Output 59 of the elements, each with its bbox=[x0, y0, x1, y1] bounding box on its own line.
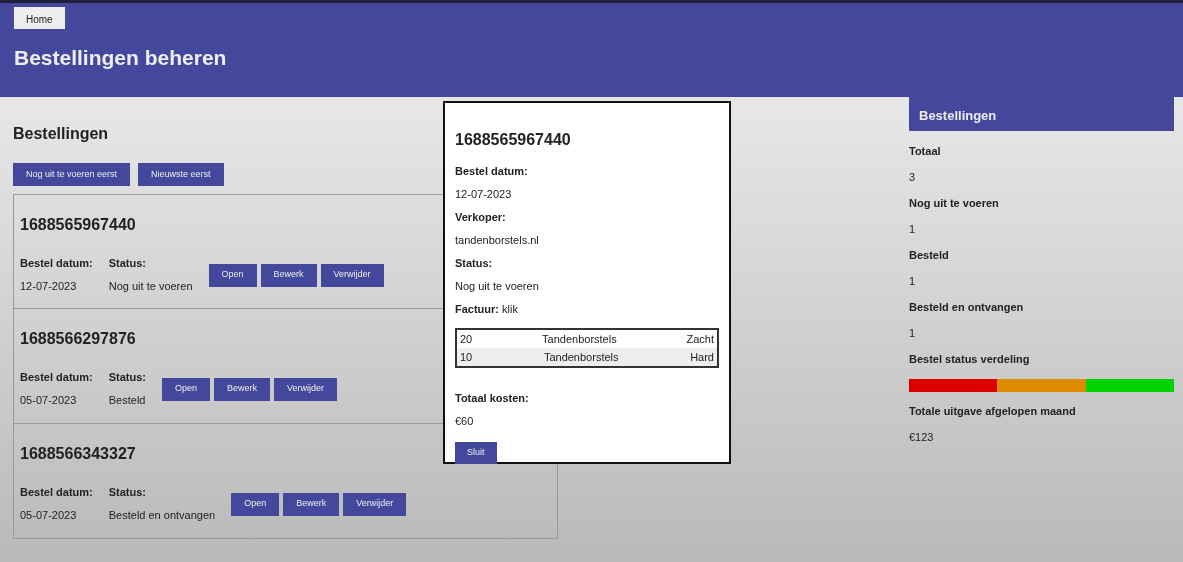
order-number: 1688565967440 bbox=[20, 215, 136, 236]
stat-value: 1 bbox=[909, 327, 917, 340]
stat-label: Nog uit te voeren bbox=[909, 197, 1000, 210]
stat-label: Besteld bbox=[909, 249, 950, 262]
order-number: 1688566297876 bbox=[20, 329, 136, 350]
open-button[interactable]: Open bbox=[162, 377, 211, 401]
item-quantity: 10 bbox=[460, 350, 473, 365]
item-type: Hard bbox=[690, 350, 714, 365]
delete-button[interactable]: Verwijder bbox=[320, 263, 384, 287]
order-number: 1688565967440 bbox=[455, 130, 571, 150]
field-value: tandenborstels.nl bbox=[455, 234, 540, 247]
stat-value: 3 bbox=[909, 171, 917, 184]
status-label: Status: bbox=[108, 486, 148, 500]
open-button[interactable]: Open bbox=[231, 492, 280, 516]
item-product: Tandenborstels bbox=[542, 332, 617, 347]
field-value: 12-07-2023 bbox=[455, 188, 513, 201]
order-number: 1688566343327 bbox=[20, 444, 136, 465]
home-button[interactable]: Home bbox=[14, 7, 65, 29]
order-date: 12-07-2023 bbox=[20, 280, 78, 294]
invoice-link[interactable]: klik bbox=[502, 303, 518, 315]
edit-button[interactable]: Bewerk bbox=[283, 492, 340, 516]
total-value: €60 bbox=[455, 415, 475, 428]
sort-button[interactable]: Nieuwste eerst bbox=[138, 163, 224, 187]
status-label: Status: bbox=[108, 257, 148, 271]
panel-header: Bestellingen bbox=[909, 97, 1174, 131]
field-value: Nog uit te voeren bbox=[455, 280, 540, 293]
delete-button[interactable]: Verwijder bbox=[343, 492, 407, 516]
field-label: Verkoper: bbox=[455, 211, 507, 224]
stat-label: Totaal bbox=[909, 145, 942, 158]
edit-button[interactable]: Bewerk bbox=[214, 377, 271, 401]
stat-value: €123 bbox=[909, 431, 935, 444]
stat-label: Besteld en ontvangen bbox=[909, 301, 1025, 314]
item-quantity: 20 bbox=[460, 332, 473, 347]
sort-button[interactable]: Nog uit te voeren eerst bbox=[13, 163, 131, 187]
page-title: Bestellingen beheren bbox=[14, 45, 228, 71]
edit-button[interactable]: Bewerk bbox=[260, 263, 317, 287]
total-label: Totaal kosten: bbox=[455, 392, 530, 405]
date-label: Bestel datum: bbox=[20, 257, 93, 271]
order-status: Besteld bbox=[108, 394, 147, 408]
status-label: Status: bbox=[108, 371, 147, 385]
open-button[interactable]: Open bbox=[208, 263, 257, 287]
order-date: 05-07-2023 bbox=[20, 509, 78, 523]
order-date: 05-07-2023 bbox=[20, 394, 78, 408]
field-label: Status: bbox=[455, 257, 494, 270]
order-status: Besteld en ontvangen bbox=[108, 509, 216, 523]
close-button[interactable]: Sluit bbox=[455, 441, 497, 464]
stat-value: 1 bbox=[909, 275, 917, 288]
date-label: Bestel datum: bbox=[20, 486, 93, 500]
delete-button[interactable]: Verwijder bbox=[274, 377, 338, 401]
stat-label: Totale uitgave afgelopen maand bbox=[909, 405, 1077, 418]
section-title: Bestellingen bbox=[13, 124, 109, 144]
item-type: Zacht bbox=[686, 332, 714, 347]
stat-value: 1 bbox=[909, 223, 917, 236]
invoice-line: Factuur: klik bbox=[455, 303, 519, 316]
item-product: Tandenborstels bbox=[543, 350, 619, 365]
date-label: Bestel datum: bbox=[20, 371, 93, 385]
chart-label: Bestel status verdeling bbox=[909, 353, 1031, 366]
field-label: Bestel datum: bbox=[455, 165, 529, 178]
order-status: Nog uit te voeren bbox=[108, 280, 193, 294]
